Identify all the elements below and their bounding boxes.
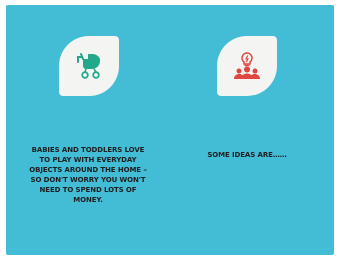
ideas-card [217, 36, 277, 96]
stroller-card [59, 36, 119, 96]
ideas-caption: SOME IDEAS ARE…… [207, 151, 287, 159]
idea-group-icon [234, 52, 260, 79]
baby-stroller-icon [77, 53, 100, 79]
slide-panel: BABIES AND TODDLERS LOVE TO PLAY WITH EV… [6, 5, 334, 255]
toddlers-caption: BABIES AND TODDLERS LOVE TO PLAY WITH EV… [29, 146, 147, 204]
slide-frame: BABIES AND TODDLERS LOVE TO PLAY WITH EV… [0, 0, 341, 260]
